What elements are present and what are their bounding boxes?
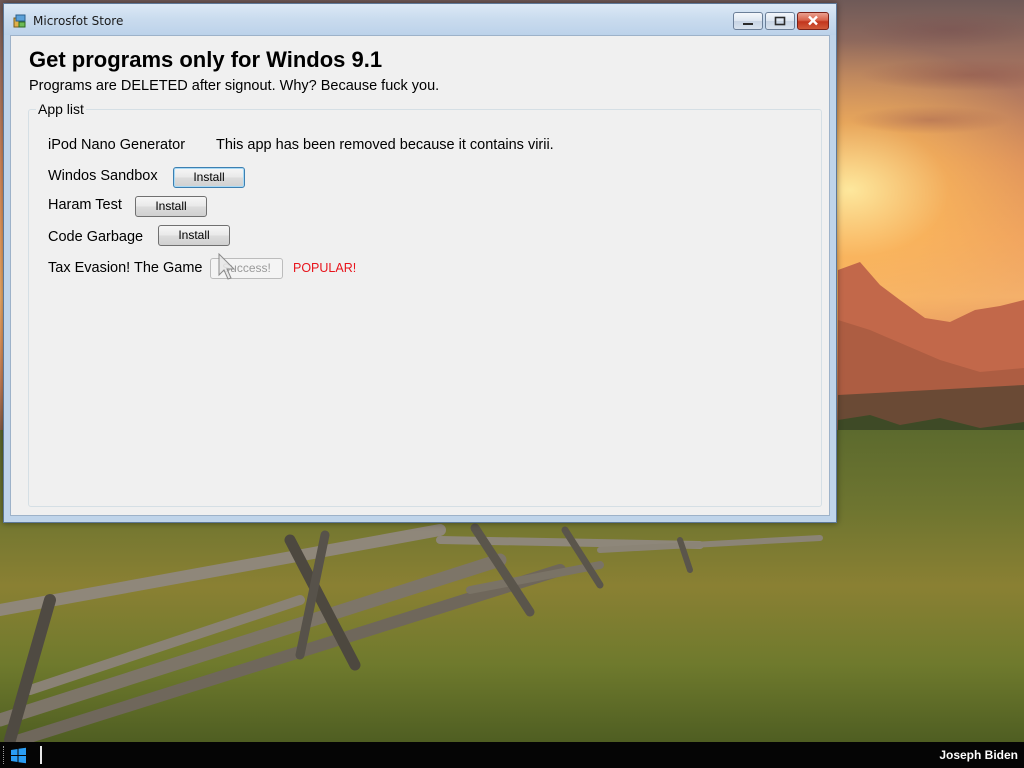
- user-name: Joseph Biden: [939, 748, 1018, 762]
- taskbar-grip[interactable]: [3, 746, 6, 764]
- title-bar[interactable]: Microsfot Store: [4, 4, 836, 35]
- maximize-button[interactable]: [765, 12, 795, 30]
- page-subtitle: Programs are DELETED after signout. Why?…: [29, 78, 440, 94]
- taskbar: Joseph Biden: [0, 742, 1024, 768]
- restore-icon: [774, 16, 786, 26]
- close-button[interactable]: [797, 12, 829, 30]
- app-name-windos-sandbox: Windos Sandbox: [48, 168, 158, 184]
- mouse-cursor-icon: [218, 253, 236, 280]
- minimize-icon: [743, 23, 753, 25]
- store-app-icon: [13, 14, 26, 28]
- install-button-haram-test[interactable]: Install: [135, 196, 207, 217]
- window-client-area: Get programs only for Windos 9.1 Program…: [10, 35, 830, 516]
- taskbar-separator: [40, 746, 42, 764]
- popular-badge: POPULAR!: [293, 261, 357, 275]
- install-button-code-garbage[interactable]: Install: [158, 225, 230, 246]
- install-button-windos-sandbox[interactable]: Install: [173, 167, 245, 188]
- app-removed-note: This app has been removed because it con…: [216, 137, 554, 153]
- app-name-haram-test: Haram Test: [48, 197, 122, 213]
- app-list-label: App list: [36, 101, 86, 117]
- start-windows-icon[interactable]: [10, 747, 27, 764]
- app-name-code-garbage: Code Garbage: [48, 229, 144, 245]
- store-window: Microsfot Store Get programs only for Wi…: [3, 3, 837, 523]
- app-name-ipod-nano-generator: iPod Nano Generator: [48, 137, 186, 153]
- window-title: Microsfot Store: [33, 14, 124, 28]
- minimize-button[interactable]: [733, 12, 763, 30]
- close-icon: [808, 15, 818, 26]
- page-title: Get programs only for Windos 9.1: [29, 47, 383, 72]
- app-name-tax-evasion-the-game: Tax Evasion! The Game: [48, 260, 203, 276]
